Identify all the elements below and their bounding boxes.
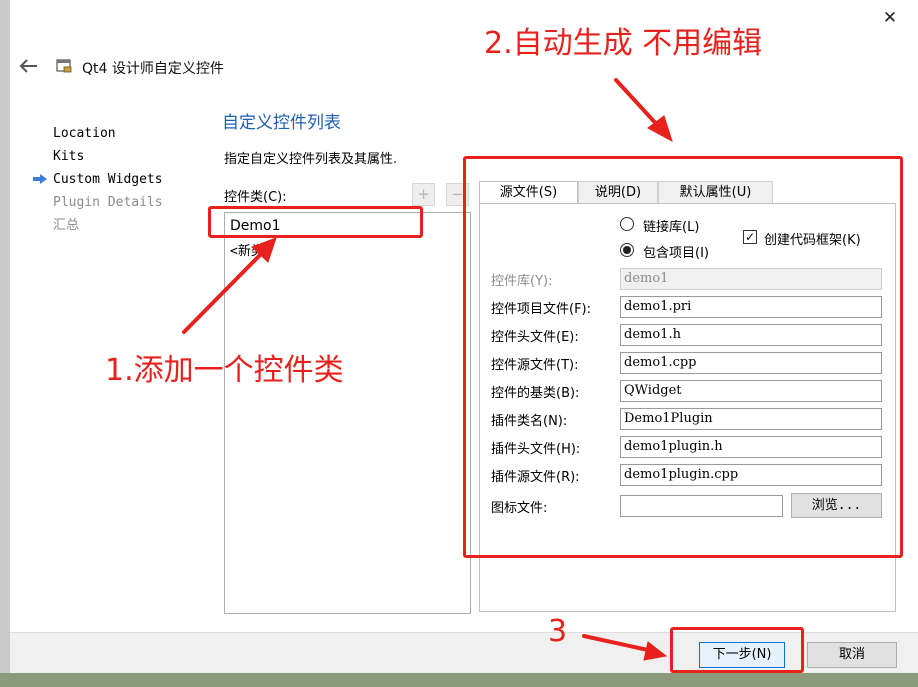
close-button[interactable]: ✕	[880, 8, 900, 28]
widget-project-file-label: 控件项目文件(F):	[491, 302, 592, 317]
widget-base-class-field[interactable]: QWidget	[620, 380, 882, 402]
list-item[interactable]: Demo1	[230, 218, 281, 234]
page-subtitle: 指定自定义控件列表及其属性.	[224, 152, 398, 167]
checkmark-icon: ✓	[744, 230, 756, 244]
add-class-button[interactable]: +	[412, 183, 435, 206]
icon-file-field[interactable]	[620, 495, 783, 517]
back-arrow-icon	[19, 59, 37, 73]
widget-base-class-label: 控件的基类(B):	[491, 386, 580, 401]
plugin-class-name-field[interactable]: Demo1Plugin	[620, 408, 882, 430]
step-label: Custom Widgets	[53, 172, 163, 187]
widget-class-label: 控件类(C):	[224, 190, 287, 205]
create-skeleton-checkbox[interactable]: ✓	[743, 230, 757, 244]
step-label: Plugin Details	[53, 195, 163, 210]
icon-file-label: 图标文件:	[491, 501, 548, 516]
include-project-label: 包含项目(I)	[643, 246, 709, 261]
step-kits: Kits	[32, 148, 163, 171]
list-item[interactable]: <新类>	[230, 240, 272, 259]
link-library-label: 链接库(L)	[643, 220, 700, 235]
plugin-header-file-field[interactable]: demo1plugin.h	[620, 436, 882, 458]
step-location: Location	[32, 125, 163, 148]
desktop-left-edge	[0, 0, 10, 687]
desktop-background-strip	[0, 673, 918, 687]
step-custom-widgets: Custom Widgets	[32, 171, 163, 194]
tab-default-properties[interactable]: 默认属性(U)	[658, 181, 773, 204]
next-button[interactable]: 下一步(N)	[699, 642, 785, 668]
widget-source-file-field[interactable]: demo1.cpp	[620, 352, 882, 374]
step-summary: 汇总	[32, 217, 163, 240]
plugin-header-file-label: 插件头文件(H):	[491, 442, 581, 457]
widget-header-file-field[interactable]: demo1.h	[620, 324, 882, 346]
cancel-button[interactable]: 取消	[807, 642, 897, 668]
step-label: 汇总	[53, 218, 80, 233]
current-step-arrow-icon	[33, 174, 47, 184]
wizard-window: ✕ Qt4 设计师自定义控件 Location Kits Custom Widg…	[0, 0, 918, 687]
window-title: Qt4 设计师自定义控件	[82, 61, 224, 77]
include-project-radio[interactable]	[620, 243, 634, 257]
widget-library-label: 控件库(Y):	[491, 274, 553, 289]
browse-button[interactable]: 浏览...	[791, 493, 882, 518]
tab-source-files[interactable]: 源文件(S)	[479, 181, 578, 205]
close-icon: ✕	[882, 8, 898, 28]
step-label: Location	[53, 126, 116, 141]
create-skeleton-label: 创建代码框架(K)	[764, 233, 861, 248]
minus-icon: −	[451, 185, 464, 203]
link-library-radio[interactable]	[620, 217, 634, 231]
tab-description[interactable]: 说明(D)	[578, 181, 658, 204]
plus-icon: +	[417, 185, 430, 203]
page-title: 自定义控件列表	[222, 113, 341, 133]
plugin-source-file-label: 插件源文件(R):	[491, 470, 580, 485]
back-button[interactable]	[18, 56, 40, 76]
remove-class-button[interactable]: −	[446, 183, 469, 206]
plugin-source-file-field[interactable]: demo1plugin.cpp	[620, 464, 882, 486]
wizard-step-list: Location Kits Custom Widgets Plugin Deta…	[32, 125, 163, 240]
wizard-icon	[56, 59, 72, 73]
widget-header-file-label: 控件头文件(E):	[491, 330, 579, 345]
widget-library-field: demo1	[620, 268, 882, 290]
widget-class-list[interactable]: Demo1 <新类>	[224, 212, 471, 614]
plugin-class-name-label: 插件类名(N):	[491, 414, 568, 429]
step-plugin-details: Plugin Details	[32, 194, 163, 217]
step-label: Kits	[53, 149, 85, 164]
widget-project-file-field[interactable]: demo1.pri	[620, 296, 882, 318]
widget-source-file-label: 控件源文件(T):	[491, 358, 579, 373]
